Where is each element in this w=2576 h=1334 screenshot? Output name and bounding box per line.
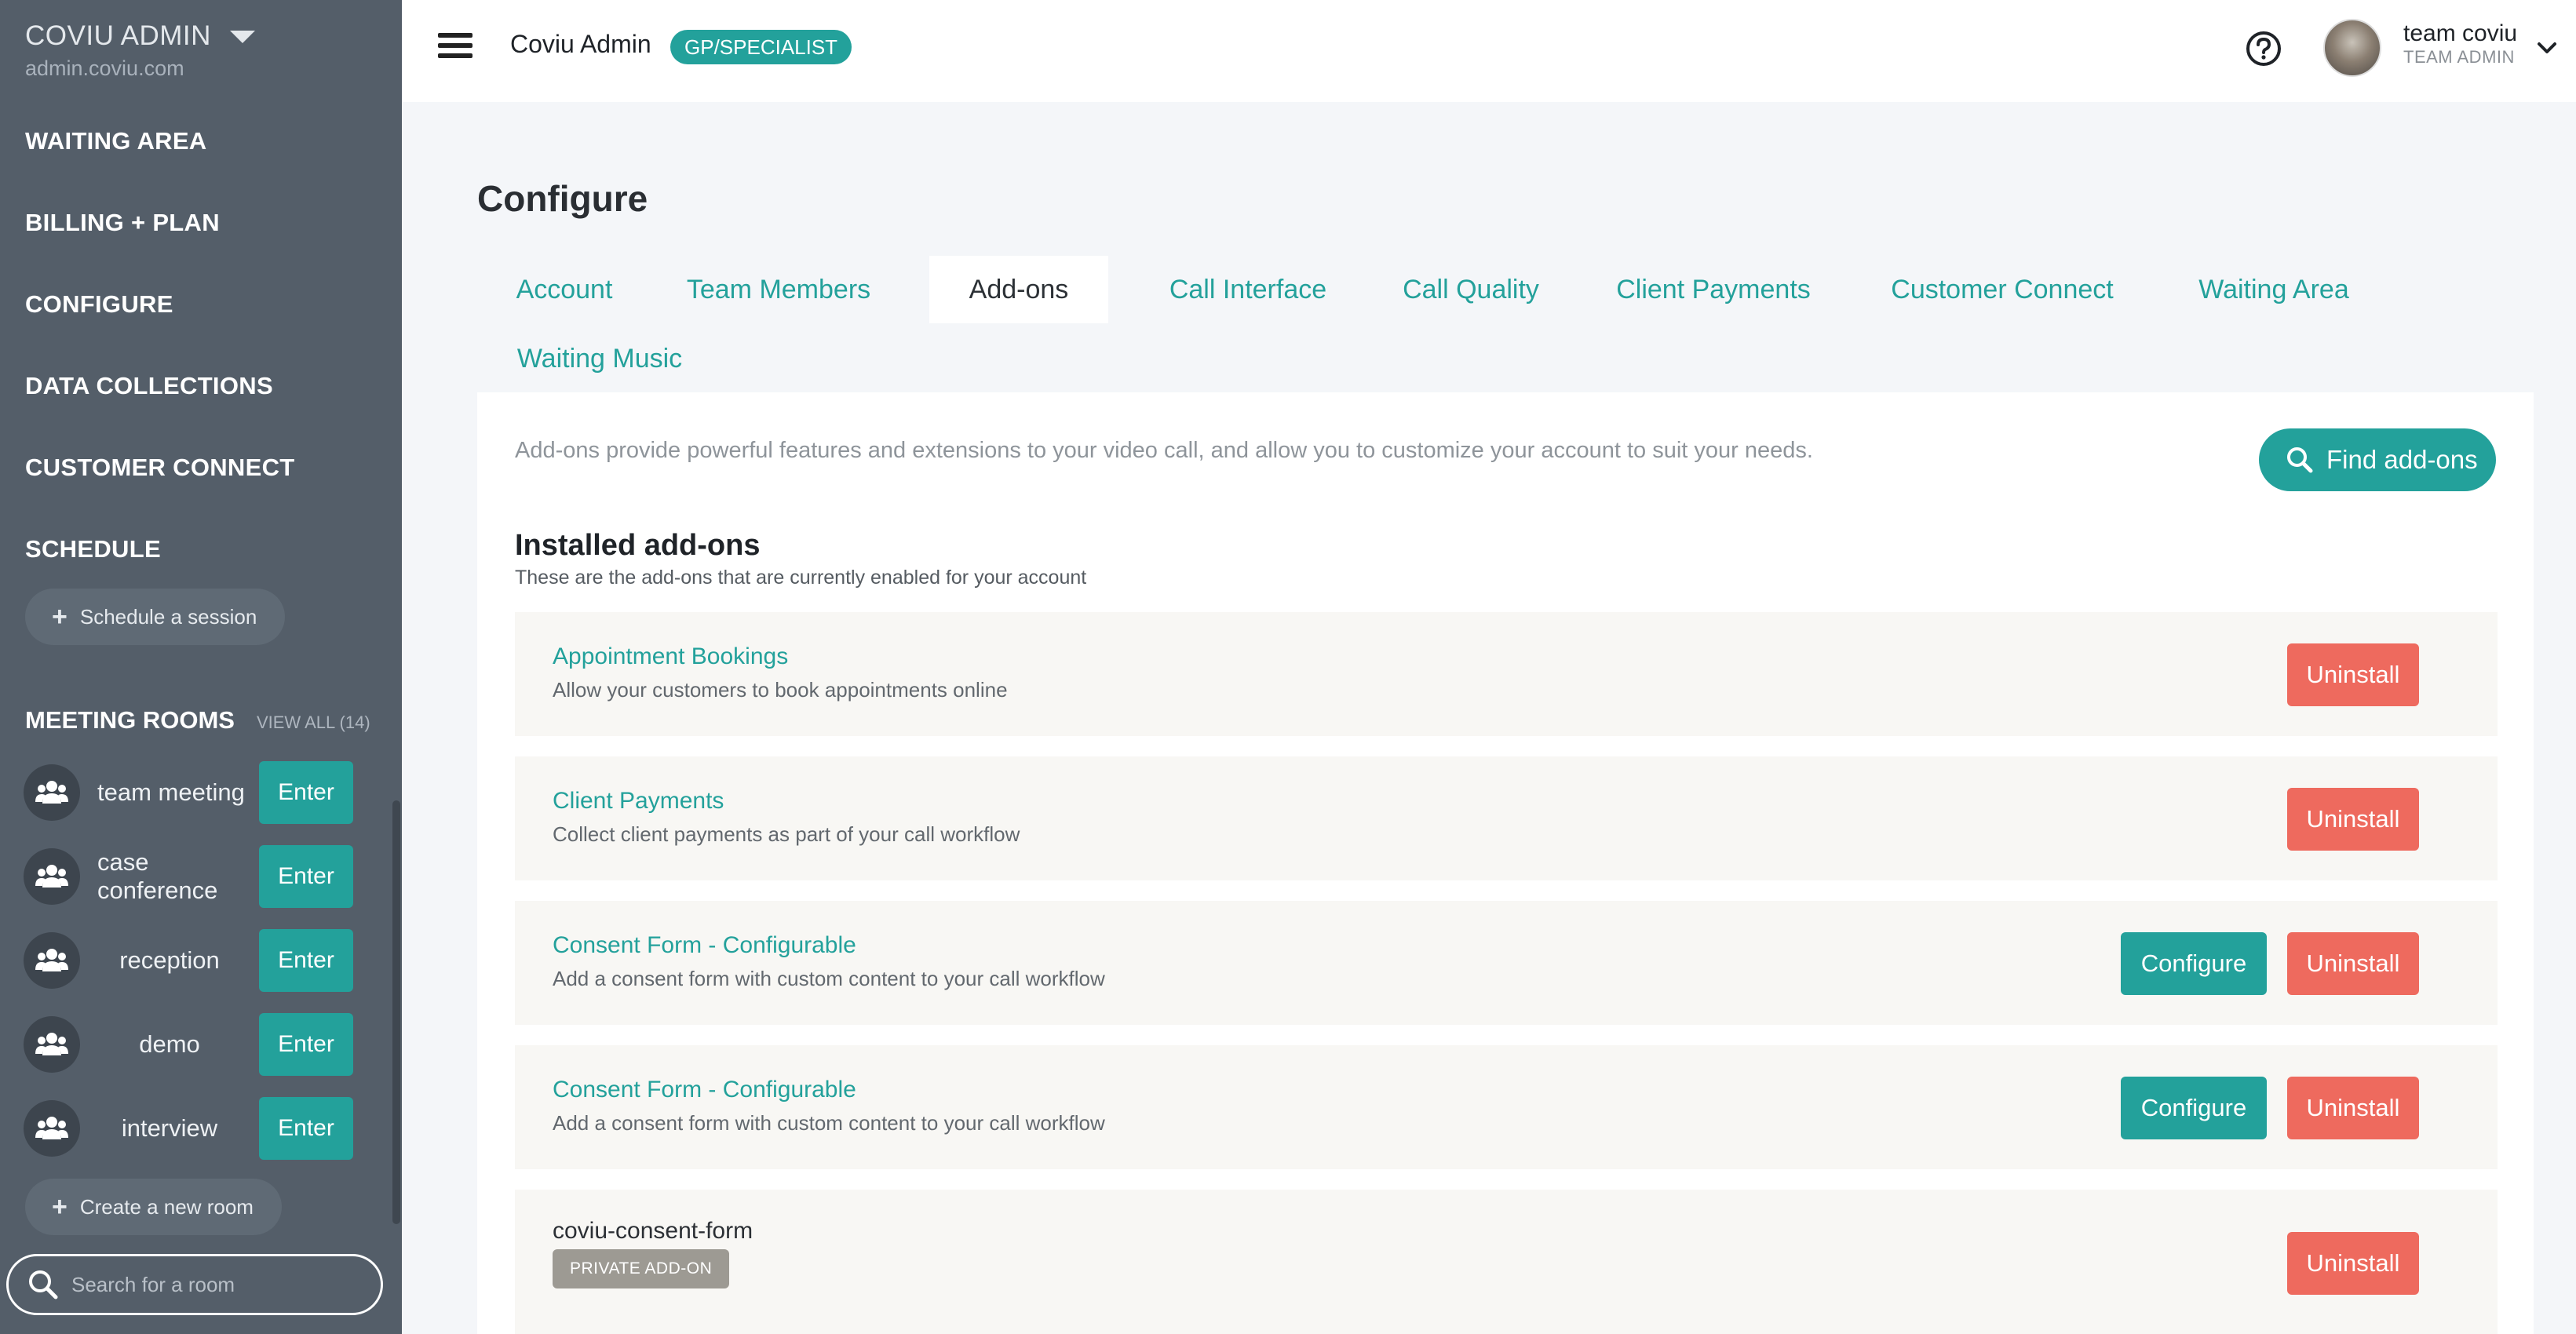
addon-name: coviu-consent-form (553, 1218, 753, 1244)
nav-waiting-area[interactable]: WAITING AREA (25, 127, 207, 155)
addon-name-link[interactable]: Consent Form - Configurable (553, 932, 856, 959)
find-add-ons-button[interactable]: Find add-ons (2259, 428, 2496, 491)
addon-description: Add a consent form with custom content t… (553, 967, 1105, 990)
group-icon (24, 1016, 80, 1073)
nav-configure[interactable]: CONFIGURE (25, 290, 173, 319)
avatar[interactable] (2323, 19, 2381, 77)
tab-waiting-music[interactable]: Waiting Music (477, 325, 722, 392)
enter-room-button[interactable]: Enter (259, 1097, 353, 1160)
top-bar: Coviu Admin GP/SPECIALIST team coviu TEA… (402, 0, 2576, 102)
app-root: COVIU ADMIN admin.coviu.com WAITING AREA… (0, 0, 2576, 1334)
help-circle-icon[interactable] (2245, 30, 2282, 67)
enter-room-button[interactable]: Enter (259, 1013, 353, 1076)
user-name[interactable]: team coviu (2403, 20, 2517, 47)
tab-account[interactable]: Account (477, 256, 651, 323)
tab-call-quality[interactable]: Call Quality (1381, 256, 1560, 323)
addon-card: Consent Form - Configurable Add a consen… (515, 901, 2498, 1025)
room-item: team meeting Enter (24, 760, 353, 826)
tab-call-interface[interactable]: Call Interface (1146, 256, 1350, 323)
room-name: team meeting (97, 778, 245, 806)
search-icon (2287, 447, 2313, 473)
view-all-rooms-link[interactable]: VIEW ALL (14) (257, 713, 370, 733)
configure-button[interactable]: Configure (2121, 932, 2267, 995)
sidebar: COVIU ADMIN admin.coviu.com WAITING AREA… (0, 0, 402, 1334)
room-name: interview (121, 1114, 218, 1142)
search-icon (29, 1270, 58, 1299)
account-domain: admin.coviu.com (25, 56, 184, 80)
room-search-area (0, 1238, 402, 1334)
private-add-on-badge: PRIVATE ADD-ON (553, 1249, 730, 1288)
group-icon (24, 848, 80, 905)
uninstall-button[interactable]: Uninstall (2287, 932, 2419, 995)
addon-card: Consent Form - Configurable Add a consen… (515, 1045, 2498, 1169)
room-name: reception (119, 946, 220, 974)
uninstall-button[interactable]: Uninstall (2287, 1077, 2419, 1139)
addon-card: Appointment Bookings Allow your customer… (515, 612, 2498, 736)
app-title: Coviu Admin (510, 30, 651, 58)
schedule-session-label: Schedule a session (79, 604, 257, 629)
add-ons-intro: Add-ons provide powerful features and ex… (515, 438, 1813, 463)
room-search-box[interactable] (6, 1254, 383, 1315)
uninstall-button[interactable]: Uninstall (2287, 1232, 2419, 1295)
create-room-label: Create a new room (79, 1194, 254, 1219)
add-ons-panel: Add-ons provide powerful features and ex… (477, 392, 2534, 1334)
tab-add-ons[interactable]: Add-ons (929, 256, 1108, 323)
create-room-button[interactable]: + Create a new room (25, 1179, 282, 1235)
room-search-input[interactable] (71, 1272, 370, 1297)
addon-card: coviu-consent-form PRIVATE ADD-ON Uninst… (515, 1190, 2498, 1334)
nav-data-collections[interactable]: DATA COLLECTIONS (25, 372, 273, 400)
schedule-session-button[interactable]: + Schedule a session (25, 589, 286, 645)
uninstall-button[interactable]: Uninstall (2287, 643, 2419, 706)
chevron-down-icon[interactable] (2537, 41, 2557, 55)
group-icon (24, 932, 80, 989)
nav-billing-plan[interactable]: BILLING + PLAN (25, 209, 220, 237)
room-name: case conference (97, 848, 218, 904)
page-title: Configure (477, 178, 648, 219)
nav-schedule[interactable]: SCHEDULE (25, 535, 161, 563)
meeting-rooms-title: MEETING ROOMS (25, 706, 235, 734)
sidebar-scrollbar[interactable] (392, 800, 400, 1224)
addon-name-link[interactable]: Consent Form - Configurable (553, 1077, 856, 1103)
account-name[interactable]: COVIU ADMIN (25, 20, 211, 52)
addon-description: Allow your customers to book appointment… (553, 678, 1008, 702)
enter-room-button[interactable]: Enter (259, 761, 353, 824)
room-name: demo (139, 1030, 200, 1058)
caret-down-icon[interactable] (229, 31, 255, 43)
tab-team-members[interactable]: Team Members (687, 256, 870, 323)
plus-icon: + (52, 1192, 68, 1222)
addon-name-link[interactable]: Appointment Bookings (553, 643, 788, 670)
account-switcher[interactable]: COVIU ADMIN admin.coviu.com (25, 20, 255, 81)
meeting-rooms-header: MEETING ROOMS VIEW ALL (14) (25, 706, 370, 734)
room-item: demo Enter (24, 1011, 353, 1077)
tab-client-payments[interactable]: Client Payments (1600, 256, 1827, 323)
addon-name-link[interactable]: Client Payments (553, 788, 724, 815)
addon-description: Collect client payments as part of your … (553, 822, 1020, 846)
plus-icon: + (52, 602, 68, 632)
configure-button[interactable]: Configure (2121, 1077, 2267, 1139)
tab-customer-connect[interactable]: Customer Connect (1874, 256, 2130, 323)
role-badge: GP/SPECIALIST (670, 30, 852, 64)
hamburger-icon[interactable] (438, 33, 473, 61)
find-add-ons-label: Find add-ons (2326, 445, 2478, 474)
installed-add-ons-subtitle: These are the add-ons that are currently… (515, 567, 1087, 589)
addon-card: Client Payments Collect client payments … (515, 756, 2498, 880)
installed-add-ons-title: Installed add-ons (515, 529, 761, 562)
group-icon (24, 764, 80, 821)
enter-room-button[interactable]: Enter (259, 845, 353, 908)
group-icon (24, 1100, 80, 1157)
user-role: TEAM ADMIN (2403, 47, 2515, 67)
uninstall-button[interactable]: Uninstall (2287, 788, 2419, 851)
room-item: case conference Enter (24, 844, 353, 909)
enter-room-button[interactable]: Enter (259, 929, 353, 992)
room-item: interview Enter (24, 1095, 353, 1161)
nav-customer-connect[interactable]: CUSTOMER CONNECT (25, 454, 295, 482)
tab-waiting-area[interactable]: Waiting Area (2169, 256, 2378, 323)
addon-description: Add a consent form with custom content t… (553, 1111, 1105, 1135)
room-item: reception Enter (24, 928, 353, 993)
